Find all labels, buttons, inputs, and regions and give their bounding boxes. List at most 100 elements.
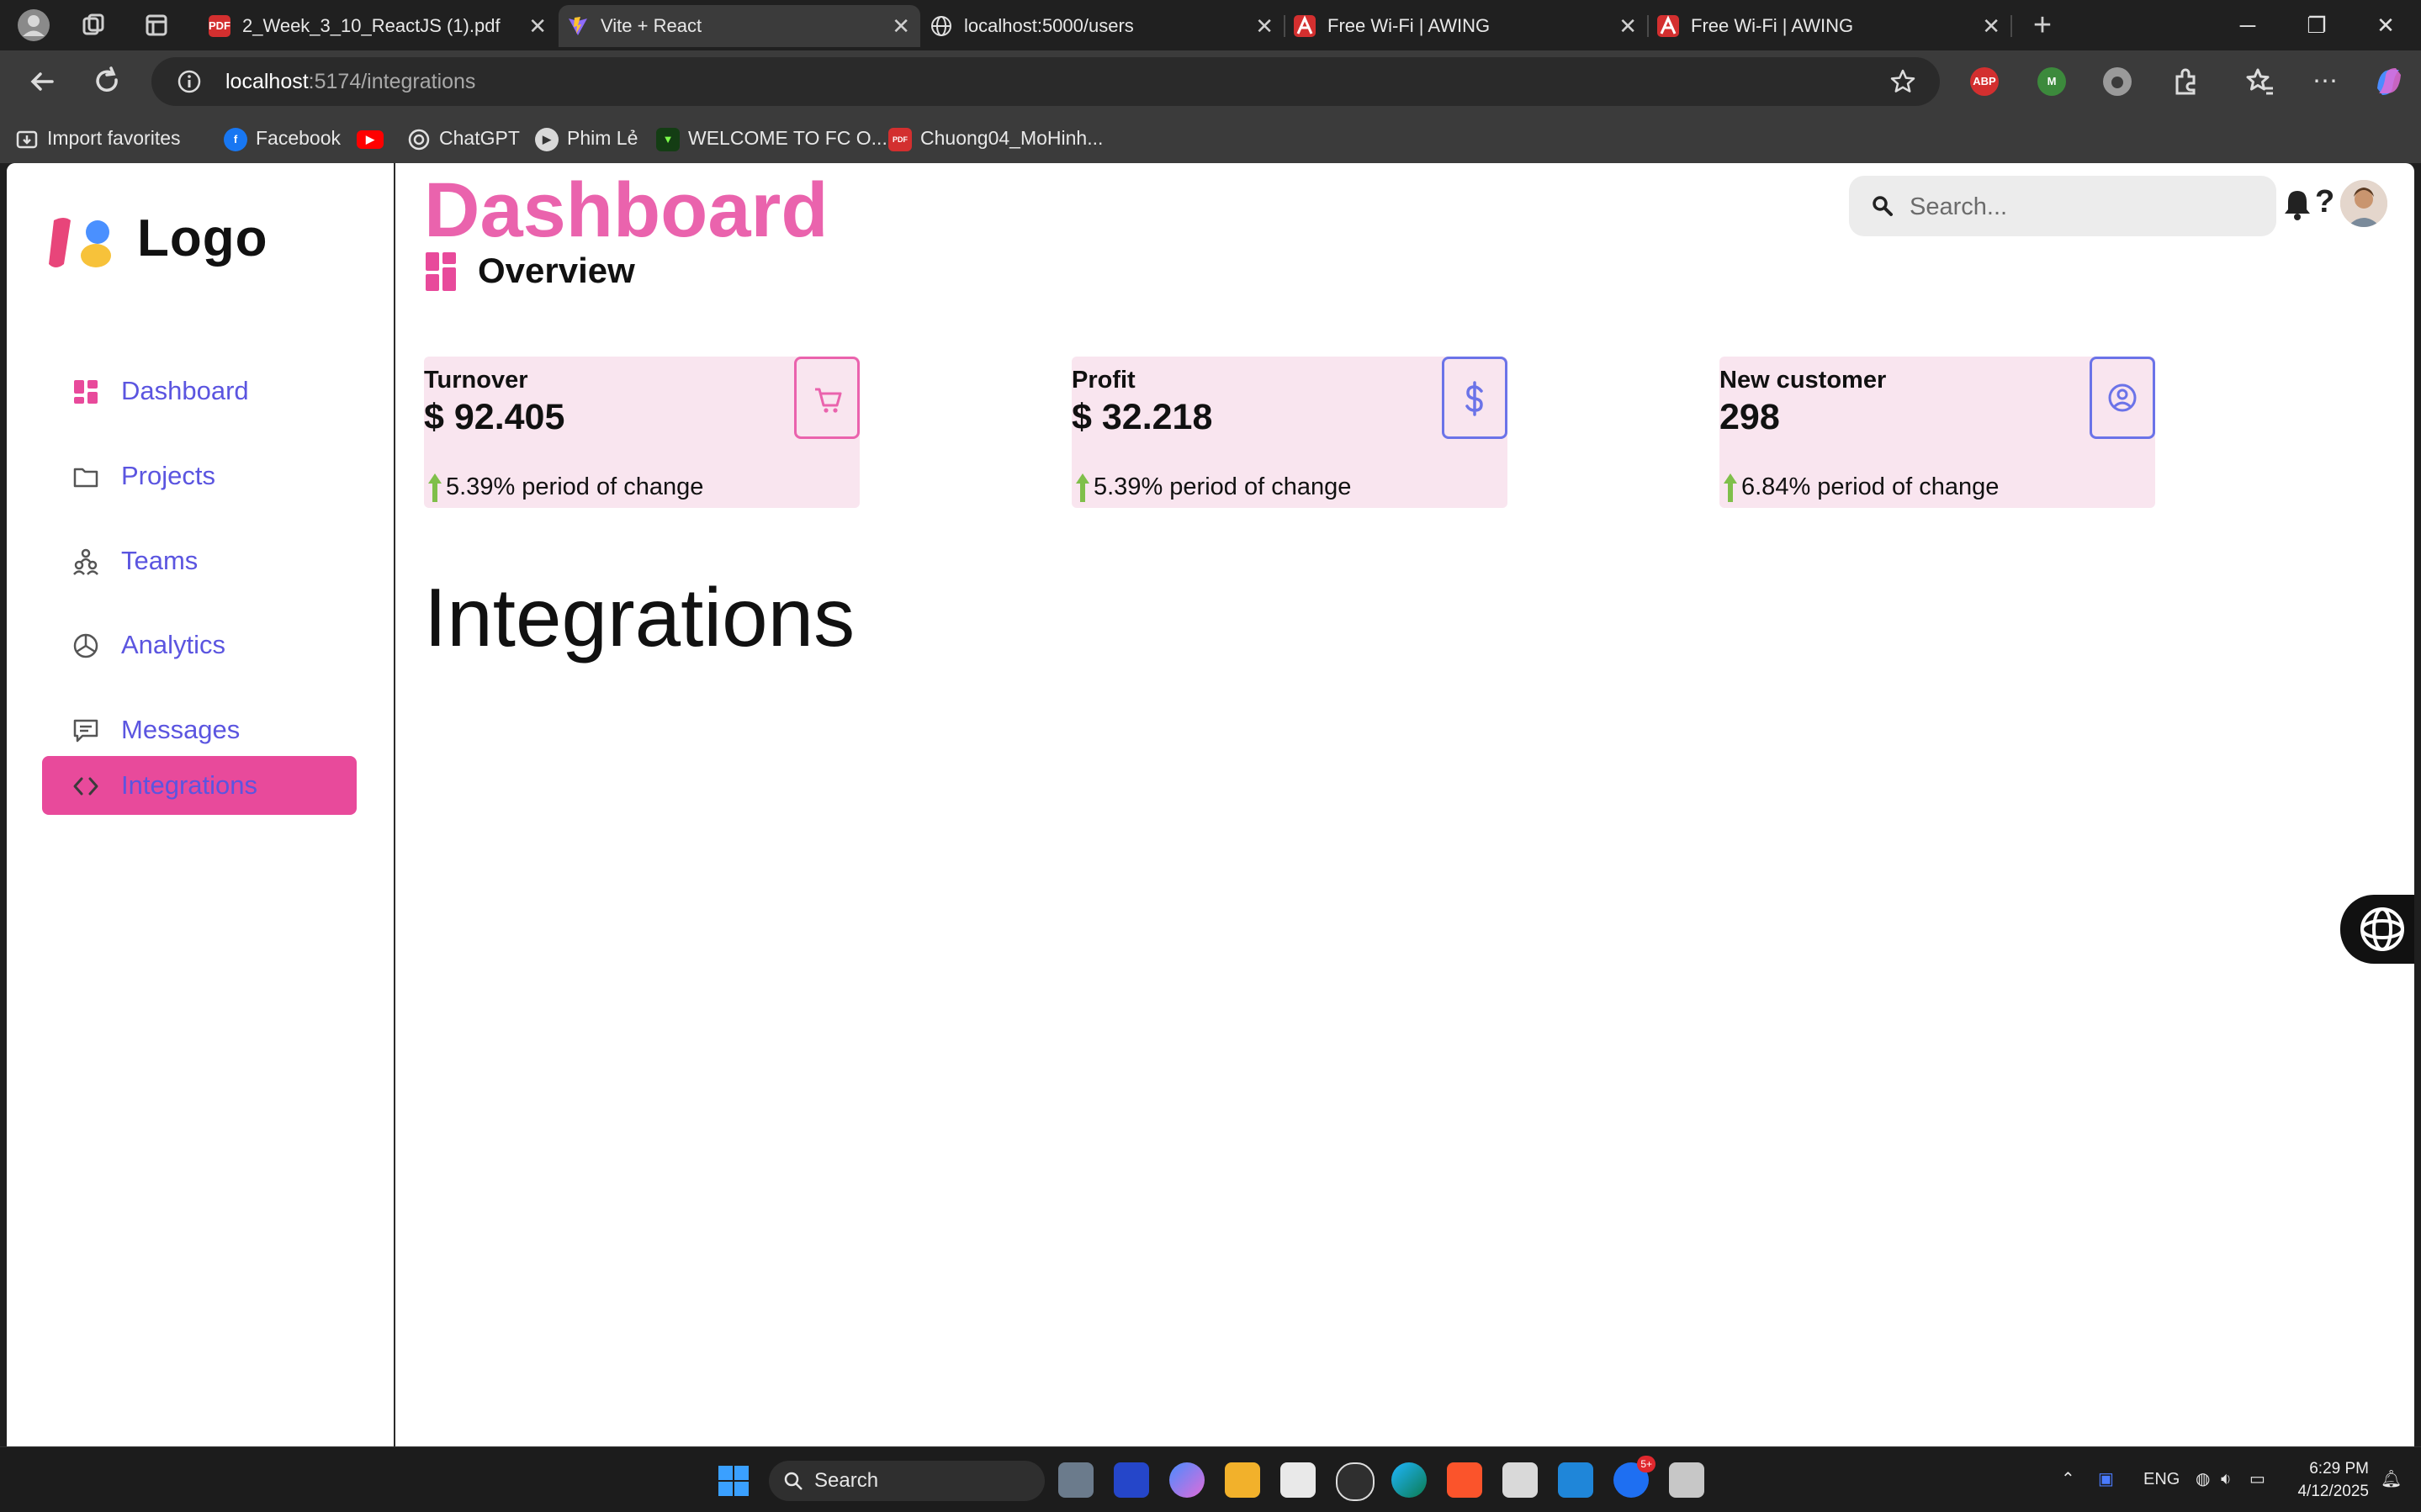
more-menu-icon[interactable]: ⋯ <box>2307 63 2344 100</box>
restore-icon[interactable]: ❐ <box>2283 0 2350 50</box>
copilot-taskbar-icon[interactable] <box>1169 1462 1205 1498</box>
windows-start-icon[interactable] <box>718 1466 749 1496</box>
pdf-icon: PDF <box>888 127 912 151</box>
awing-icon <box>1657 15 1679 37</box>
file-explorer-icon[interactable] <box>1225 1462 1260 1498</box>
close-tab-icon[interactable]: ✕ <box>1982 5 2000 47</box>
zalo-icon[interactable]: 5+ <box>1613 1456 1655 1498</box>
system-clock[interactable]: 6:29 PM 4/12/2025 <box>2268 1457 2369 1503</box>
close-window-icon[interactable]: ✕ <box>2352 0 2419 50</box>
bookmark-label: Chuong04_MoHinh... <box>920 127 1104 149</box>
input-indicator-icon[interactable]: ▣ <box>2098 1447 2114 1512</box>
battery-icon[interactable]: ▭ <box>2249 1447 2265 1512</box>
volume-icon[interactable]: 🔉︎ <box>2221 1447 2232 1512</box>
sidebar-item-dashboard[interactable]: Dashboard <box>42 362 357 420</box>
bookmark-chatgpt[interactable]: ChatGPT <box>407 123 520 153</box>
bookmark-fc[interactable]: ▼ WELCOME TO FC O... <box>656 123 887 153</box>
chatgpt-icon <box>407 128 431 151</box>
logo-text: Logo <box>137 209 268 267</box>
chatgpt-floating-button[interactable] <box>2340 895 2414 964</box>
browser-tab[interactable]: PDF 2_Week_3_10_ReactJS (1).pdf ✕ <box>200 5 557 47</box>
notifications-icon[interactable]: 🔔︎ <box>2381 1447 2402 1512</box>
sidebar-item-label: Integrations <box>121 770 257 800</box>
task-view-icon[interactable] <box>1058 1462 1094 1498</box>
bookmark-import-favorites[interactable]: Import favorites <box>15 123 181 153</box>
sidebar-item-integrations[interactable]: Integrations <box>42 756 357 815</box>
sidebar-item-analytics[interactable]: Analytics <box>42 616 357 674</box>
store-icon[interactable] <box>1280 1462 1316 1498</box>
brave-icon[interactable] <box>1447 1462 1482 1498</box>
app-icon[interactable] <box>1114 1462 1149 1498</box>
app-icon[interactable] <box>1502 1462 1538 1498</box>
sidebar-item-label: Messages <box>121 715 241 744</box>
snipping-tool-icon[interactable] <box>1669 1462 1704 1498</box>
edge-icon[interactable] <box>1391 1462 1427 1498</box>
monster-extension-icon[interactable]: M <box>2037 67 2066 96</box>
new-tab-icon[interactable]: + <box>2026 8 2059 42</box>
minimize-icon[interactable]: ─ <box>2214 0 2281 50</box>
taskbar-search-label: Search <box>814 1469 879 1492</box>
close-tab-icon[interactable]: ✕ <box>1618 5 1637 47</box>
taskbar-search[interactable]: Search <box>769 1461 1045 1501</box>
card-trend-text: 5.39% period of change <box>446 473 704 500</box>
tab-title: localhost:5000/users <box>964 15 1134 36</box>
bookmark-chuong04[interactable]: PDF Chuong04_MoHinh... <box>888 123 1103 153</box>
avatar[interactable] <box>2340 180 2387 227</box>
stat-card-turnover: Turnover $ 92.405 5.39% period of change <box>424 357 860 508</box>
close-tab-icon[interactable]: ✕ <box>528 5 547 47</box>
extensions-icon[interactable] <box>2167 63 2204 100</box>
user-circle-icon[interactable] <box>2090 357 2155 439</box>
tab-separator <box>2010 15 2012 37</box>
profile-icon[interactable] <box>17 8 50 42</box>
bookmark-phim-le[interactable]: ▶ Phim Lẻ <box>535 123 638 153</box>
address-bar[interactable]: localhost:5174/integrations <box>151 57 1940 106</box>
bookmark-label: Import favorites <box>47 127 181 149</box>
tab-actions-icon[interactable] <box>140 8 173 42</box>
dollar-icon[interactable] <box>1442 357 1507 439</box>
bookmark-label: Phim Lẻ <box>567 127 638 149</box>
sidebar-item-messages[interactable]: Messages <box>42 700 357 759</box>
awing-icon <box>1294 15 1316 37</box>
stat-card-profit: Profit $ 32.218 5.39% period of change <box>1072 357 1507 508</box>
search-input[interactable] <box>1908 176 2248 238</box>
speedometer-icon[interactable] <box>1336 1462 1375 1501</box>
refresh-icon[interactable] <box>89 63 126 100</box>
circle-extension-icon[interactable] <box>2103 67 2132 96</box>
site-info-icon[interactable] <box>177 69 202 94</box>
close-tab-icon[interactable]: ✕ <box>892 5 910 47</box>
search-box[interactable] <box>1849 176 2276 238</box>
sidebar-item-teams[interactable]: Teams <box>42 531 357 590</box>
copilot-icon[interactable] <box>2371 63 2408 100</box>
card-trend: 6.84% period of change <box>1723 466 1999 508</box>
arrow-up-icon <box>1075 472 1090 504</box>
tab-title: 2_Week_3_10_ReactJS (1).pdf <box>242 15 501 36</box>
sidebar-item-projects[interactable]: Projects <box>42 447 357 505</box>
url-host: localhost <box>225 70 309 93</box>
code-icon <box>72 773 99 800</box>
card-trend-text: 6.84% period of change <box>1741 473 2000 500</box>
close-tab-icon[interactable]: ✕ <box>1255 5 1274 47</box>
network-icon[interactable]: ◍ <box>2196 1447 2210 1512</box>
people-icon <box>72 548 99 575</box>
bell-icon[interactable] <box>2283 188 2312 220</box>
adblock-extension-icon[interactable]: ABP <box>1970 67 1999 96</box>
browser-tab[interactable]: Free Wi-Fi | AWING ✕ <box>1649 5 2010 47</box>
main-content: Dashboard Overview ? Turnover $ 92.405 5… <box>395 163 2414 1446</box>
workspaces-icon[interactable] <box>77 8 111 42</box>
message-icon <box>72 717 99 744</box>
help-icon[interactable]: ? <box>2315 182 2334 222</box>
favorites-icon[interactable] <box>2241 63 2278 100</box>
bookmark-facebook[interactable]: f Facebook <box>224 123 341 153</box>
browser-tab[interactable]: Free Wi-Fi | AWING ✕ <box>1285 5 1647 47</box>
vscode-icon[interactable] <box>1558 1462 1593 1498</box>
favorite-star-icon[interactable] <box>1889 68 1916 95</box>
bookmark-youtube[interactable]: ▶ <box>357 123 392 153</box>
overview-grid-icon <box>426 252 456 291</box>
browser-tab[interactable]: localhost:5000/users ✕ <box>922 5 1284 47</box>
chevron-up-icon[interactable]: ⌃ <box>2061 1447 2075 1512</box>
language-indicator[interactable]: ENG <box>2143 1447 2180 1512</box>
cart-icon[interactable] <box>794 357 860 439</box>
back-icon[interactable] <box>24 63 61 100</box>
bookmark-label: Facebook <box>256 127 342 149</box>
browser-tab-active[interactable]: Vite + React ✕ <box>559 5 920 47</box>
